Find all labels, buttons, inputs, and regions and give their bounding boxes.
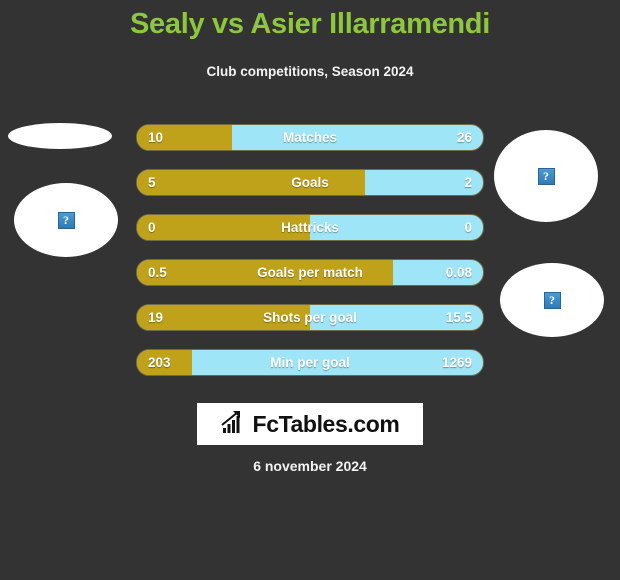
broken-image-icon: ? — [543, 291, 561, 309]
stat-row: 203 Min per goal 1269 — [136, 349, 484, 376]
page-title: Sealy vs Asier Illarramendi — [130, 8, 490, 40]
left-photo-bottom: ? — [14, 183, 118, 257]
stat-value-right: 15.5 — [445, 310, 472, 325]
stats-bar-list: 10 Matches 26 5 Goals 2 0 Hattricks 0 0.5 Goals pe… — [136, 124, 484, 394]
broken-image-icon: ? — [57, 211, 75, 229]
stat-value-right: 2 — [464, 175, 472, 190]
stat-label: Goals per match — [257, 265, 363, 280]
stat-row: 10 Matches 26 — [136, 124, 484, 151]
right-photo-top: ? — [494, 130, 598, 222]
broken-image-icon: ? — [537, 167, 555, 185]
right-photo-bottom: ? — [500, 263, 604, 337]
stat-value-right: 1269 — [441, 355, 472, 370]
stat-label: Hattricks — [281, 220, 339, 235]
page-subtitle: Club competitions, Season 2024 — [206, 64, 414, 79]
stat-label: Matches — [282, 130, 338, 145]
stats-comparison-page: Sealy vs Asier Illarramendi Club competi… — [0, 0, 620, 580]
stat-label: Min per goal — [270, 355, 350, 370]
stat-row: 19 Shots per goal 15.5 — [136, 304, 484, 331]
stat-label: Goals — [291, 175, 329, 190]
bar-chart-growth-icon — [220, 410, 247, 439]
chart-date: 6 november 2024 — [253, 458, 367, 474]
stat-value-right: 0 — [464, 220, 472, 235]
stat-value-right: 26 — [456, 130, 472, 145]
stat-row: 5 Goals 2 — [136, 169, 484, 196]
stat-row: 0.5 Goals per match 0.08 — [136, 259, 484, 286]
fctables-logo[interactable]: FcTables.com — [197, 403, 423, 445]
stat-label: Shots per goal — [263, 310, 357, 325]
logo-text: FcTables.com — [252, 410, 400, 437]
left-photo-top — [8, 123, 112, 149]
stat-row: 0 Hattricks 0 — [136, 214, 484, 241]
stat-value-right: 0.08 — [445, 265, 472, 280]
